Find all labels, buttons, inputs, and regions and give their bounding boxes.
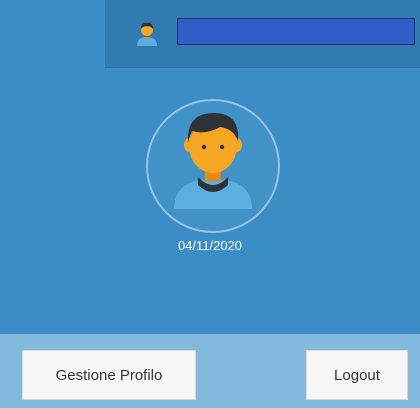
profile-avatar <box>146 99 280 233</box>
logout-button[interactable]: Logout <box>306 350 408 400</box>
manage-profile-button[interactable]: Gestione Profilo <box>22 350 196 400</box>
user-name-field <box>177 18 415 45</box>
user-avatar-icon <box>174 113 252 209</box>
sidebar-panel: 04/11/2020 Gestione Profilo Logout <box>0 0 420 408</box>
date-label: 04/11/2020 <box>177 238 243 253</box>
user-avatar-icon[interactable] <box>132 18 162 48</box>
